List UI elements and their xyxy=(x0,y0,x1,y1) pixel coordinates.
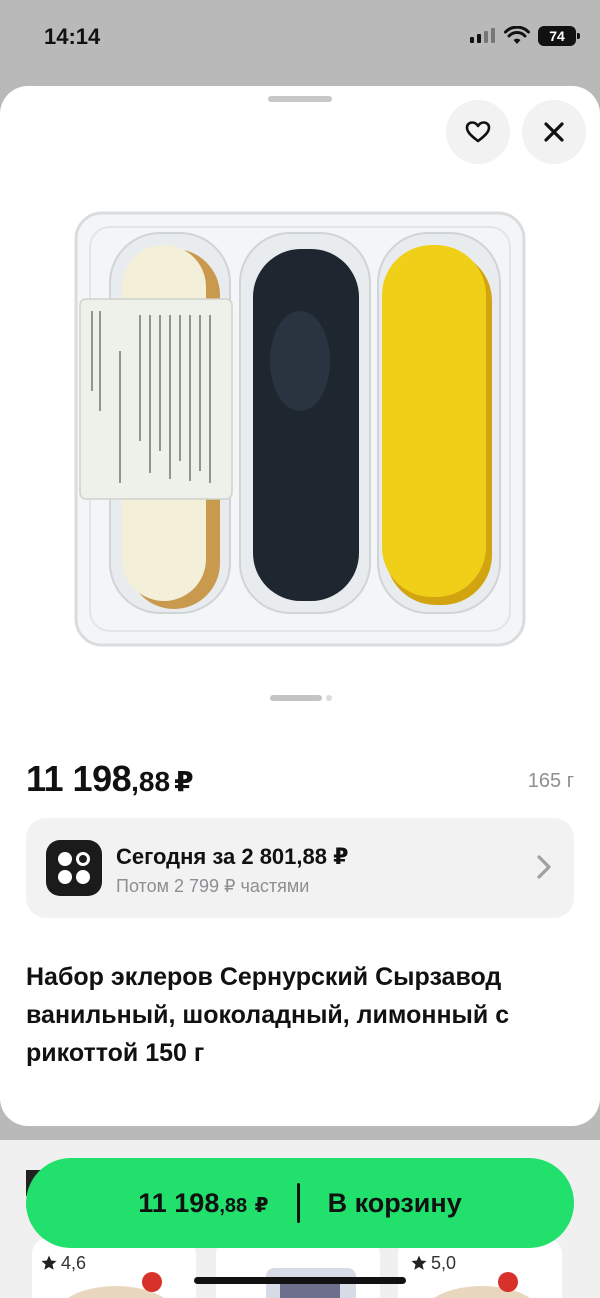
sheet-grabber[interactable] xyxy=(268,96,332,102)
status-time: 14:14 xyxy=(44,24,101,49)
close-icon xyxy=(544,122,564,142)
installments-later: Потом 2 799 ₽ частями xyxy=(116,876,310,896)
chevron-right-icon xyxy=(537,855,551,879)
add-to-cart-button[interactable]: 11 198,88 ₽ В корзину xyxy=(26,1158,574,1248)
installments-today: Сегодня за 2 801,88 ₽ xyxy=(116,844,349,869)
price-currency: ₽ xyxy=(174,766,194,797)
split-logo-icon xyxy=(46,840,102,896)
price-cents: ,88 xyxy=(131,766,171,797)
rating-badge: 4,6 xyxy=(34,1248,93,1278)
product-weight: 165 г xyxy=(527,770,574,792)
status-bar: 14:14 74 xyxy=(0,0,600,72)
cart-button-label: В корзину xyxy=(327,1187,462,1218)
rating-value: 4,6 xyxy=(61,1252,87,1273)
favorite-button[interactable] xyxy=(446,100,510,164)
star-icon xyxy=(411,1255,427,1270)
close-button[interactable] xyxy=(522,100,586,164)
pagination-active-indicator xyxy=(270,695,322,701)
product-price: 11 198,88 ₽ xyxy=(26,758,194,800)
image-pagination xyxy=(270,695,332,701)
product-title: Набор эклеров Сернурский Сырзавод ваниль… xyxy=(26,963,510,1067)
star-icon xyxy=(41,1255,57,1270)
cart-price-currency: ₽ xyxy=(254,1194,269,1217)
cart-button-price: 11 198,88 ₽ xyxy=(138,1188,268,1219)
product-sheet: 11 198,88 ₽ 165 г Сегодня за 2 801,88 ₽ П… xyxy=(0,86,600,1126)
rating-badge: 5,0 xyxy=(404,1248,463,1278)
heart-icon xyxy=(465,121,491,143)
price-main: 11 198 xyxy=(26,758,132,799)
home-indicator[interactable] xyxy=(194,1277,406,1284)
pagination-dot xyxy=(326,695,332,701)
wifi-icon xyxy=(504,26,530,44)
cart-price-main: 11 198 xyxy=(138,1187,220,1218)
cellular-signal-icon xyxy=(470,28,495,43)
battery-icon: 74 xyxy=(538,26,580,46)
cart-button-divider xyxy=(296,1183,300,1223)
cart-price-cents: ,88 xyxy=(219,1194,248,1217)
rating-value: 5,0 xyxy=(431,1252,457,1273)
installments-banner[interactable]: Сегодня за 2 801,88 ₽ Потом 2 799 ₽ част… xyxy=(26,818,574,918)
product-image[interactable] xyxy=(70,211,530,651)
